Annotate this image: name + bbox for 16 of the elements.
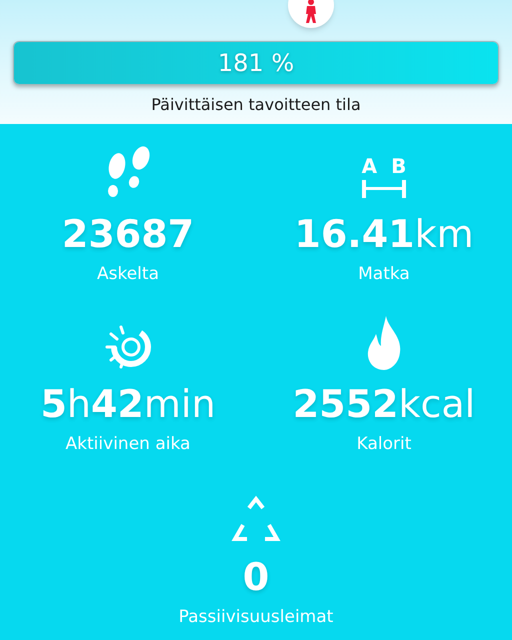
stat-value: 16.41km xyxy=(294,212,474,256)
goal-caption: Päivittäisen tavoitteen tila xyxy=(151,94,361,116)
stat-label: Askelta xyxy=(97,263,159,286)
stat-value: 2552kcal xyxy=(292,382,476,426)
point-label: A xyxy=(362,156,378,176)
stat-label: Matka xyxy=(358,263,410,286)
stat-value: 5h42min xyxy=(40,382,216,426)
stat-value: 23687 xyxy=(62,212,194,256)
stat-label: Aktiivinen aika xyxy=(66,432,190,456)
walking-person-icon xyxy=(303,0,319,23)
point-label: B xyxy=(391,156,406,176)
stat-value: 0 xyxy=(242,555,270,599)
goal-percent: 181 % xyxy=(218,48,294,79)
stat-label: Passiivisuusleimat xyxy=(178,606,334,629)
sun-icon xyxy=(103,324,153,370)
stat-label: Kalorit xyxy=(356,432,412,456)
